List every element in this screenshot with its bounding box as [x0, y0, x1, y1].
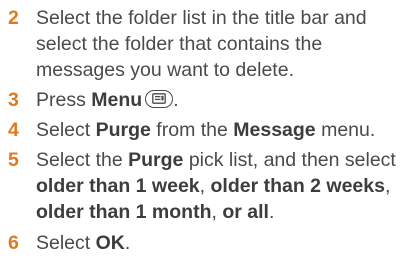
step-text-suffix: .	[173, 89, 179, 111]
ok-label: OK	[95, 232, 125, 254]
step-text: Select Purge from the Message menu.	[36, 119, 375, 141]
step-5: 5 Select the Purge pick list, and then s…	[0, 147, 412, 225]
step-text-suffix: menu.	[315, 119, 376, 141]
step-text: Select the folder list in the title bar …	[36, 7, 367, 81]
step-text-middle: from the	[150, 119, 234, 141]
step-number: 5	[8, 149, 19, 171]
step-text-prefix: Select	[36, 232, 96, 254]
message-menu-label: Message	[233, 119, 316, 141]
instruction-steps: 2 Select the folder list in the title ba…	[0, 0, 412, 256]
option-two-weeks: older than 2 weeks	[210, 175, 385, 197]
step-number: 2	[8, 7, 19, 29]
purge-label: Purge	[95, 119, 151, 141]
step-6: 6 Select OK.	[0, 230, 412, 256]
separator: ,	[211, 201, 223, 223]
step-text-suffix: .	[268, 201, 275, 223]
step-text-middle: pick list, and then select	[183, 149, 396, 171]
option-all: or all	[222, 201, 269, 223]
step-text-prefix: Press	[36, 89, 92, 111]
option-one-month: older than 1 month	[36, 201, 212, 223]
step-number: 3	[8, 89, 19, 111]
purge-pick-list-label: Purge	[128, 149, 184, 171]
menu-label: Menu	[91, 89, 143, 111]
step-text-suffix: .	[124, 232, 131, 254]
step-3: 3 Press Menu.	[0, 87, 412, 113]
separator: ,	[199, 175, 211, 197]
option-one-week: older than 1 week	[36, 175, 200, 197]
step-2: 2 Select the folder list in the title ba…	[0, 5, 412, 83]
step-4: 4 Select Purge from the Message menu.	[0, 117, 412, 143]
step-number: 4	[8, 119, 19, 141]
step-number: 6	[8, 232, 19, 254]
step-text: Select OK.	[36, 232, 130, 254]
separator: ,	[384, 175, 391, 197]
menu-key-icon	[145, 89, 174, 108]
step-text-prefix: Select the	[36, 149, 129, 171]
step-text-prefix: Select	[36, 119, 96, 141]
step-text: Press Menu.	[36, 89, 179, 111]
step-text: Select the Purge pick list, and then sel…	[36, 149, 396, 223]
